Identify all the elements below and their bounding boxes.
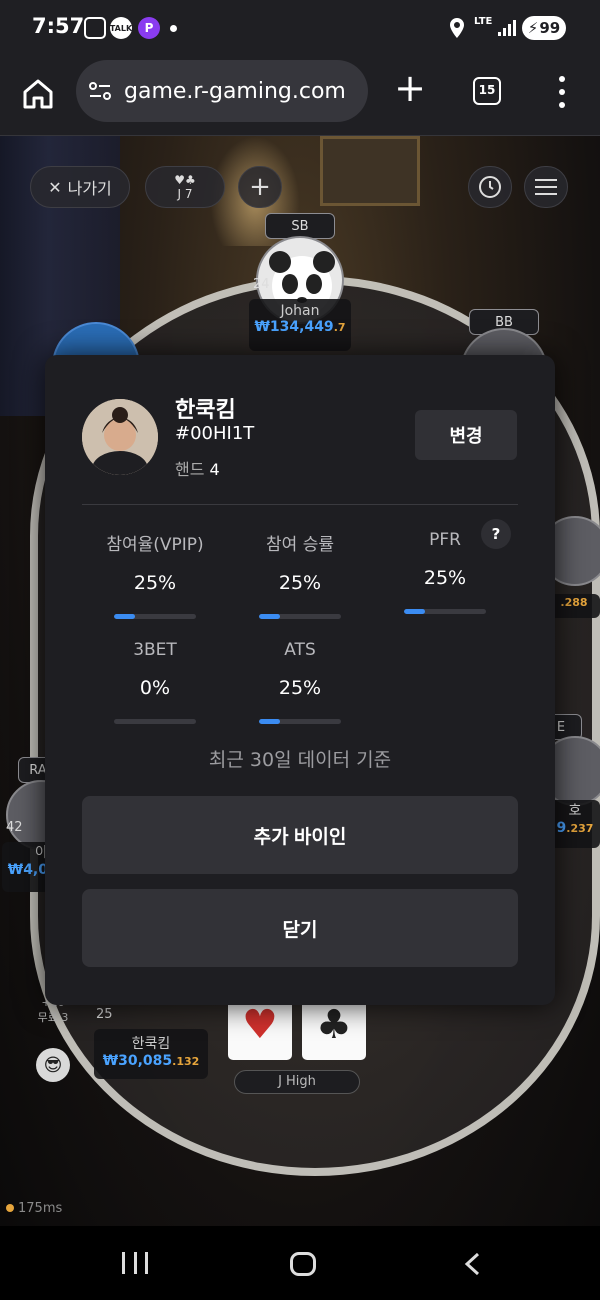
stat-bar <box>404 609 486 614</box>
close-icon: ✕ <box>48 177 62 197</box>
ping-indicator: 175ms <box>6 1201 62 1216</box>
status-bar: 7:57 TALK P LTE ⚡ 99 <box>0 0 600 58</box>
seat-number: 25 <box>96 1007 113 1022</box>
free-label: 무료 3 <box>37 1011 69 1024</box>
player-name: 아 <box>35 845 48 861</box>
stat-value: 25% <box>133 572 177 594</box>
player-stats-modal: 한쿡킴 #00HI1T 핸드 4 변경 ? 참여율(VPIP) 25% 참여 승… <box>45 355 555 1005</box>
stat-ats: ATS 25% <box>227 640 373 724</box>
back-icon[interactable] <box>462 1252 482 1276</box>
player-chips: ₩4,0 <box>7 862 48 878</box>
stat-label: ATS <box>284 640 316 660</box>
new-tab-plus-icon[interactable]: + <box>392 69 428 108</box>
status-time: 7:57 <box>32 14 85 38</box>
stat-vpip: 참여율(VPIP) 25% <box>82 530 228 619</box>
player-name: 한쿡킴 <box>131 1036 171 1052</box>
stat-value: 25% <box>278 572 322 594</box>
stat-bar <box>259 614 341 619</box>
seat-number: 42 <box>6 820 23 835</box>
player-info-johan[interactable]: Johan ₩134,449.7 <box>249 299 351 351</box>
modal-player-id: #00HI1T <box>175 423 255 444</box>
stat-label: 참여율(VPIP) <box>106 535 204 555</box>
signal-icon <box>498 20 516 36</box>
hand-cards-button[interactable]: ♥♣ J 7 <box>145 166 225 208</box>
stat-3bet: 3BET 0% <box>82 640 228 724</box>
hands-count: 핸드 4 <box>175 456 220 480</box>
hand-ranks: J 7 <box>177 187 193 201</box>
kakaotalk-icon: TALK <box>110 17 132 39</box>
address-bar[interactable]: game.r-gaming.com <box>76 60 368 122</box>
add-table-plus-icon[interactable]: + <box>238 166 282 208</box>
more-menu-icon[interactable] <box>552 76 572 108</box>
browser-toolbar: game.r-gaming.com + 15 <box>0 58 600 136</box>
emoji-sunglasses-icon[interactable]: 😎 <box>36 1048 70 1082</box>
player-info-right[interactable]: .288 <box>548 594 600 618</box>
close-button[interactable]: 닫기 <box>82 889 518 967</box>
hands-label: 핸드 <box>175 460 205 479</box>
stat-bar <box>259 719 341 724</box>
stat-label: 참여 승률 <box>266 535 334 555</box>
battery-indicator: ⚡ 99 <box>522 16 566 40</box>
player-info-left[interactable]: 아 ₩4,0 <box>2 842 50 892</box>
url-text: game.r-gaming.com <box>124 78 346 104</box>
android-nav-bar <box>0 1226 600 1300</box>
data-period-note: 최근 30일 데이터 기준 <box>208 749 392 771</box>
stat-label: 3BET <box>133 640 177 660</box>
recent-apps-icon[interactable] <box>122 1252 148 1274</box>
modal-player-name: 한쿡킴 <box>175 398 236 423</box>
player-chips: .288 <box>560 596 588 609</box>
my-player-info[interactable]: 한쿡킴 ₩30,085.132 <box>94 1029 208 1079</box>
stat-label: PFR <box>429 530 461 550</box>
network-type: LTE <box>474 16 493 27</box>
notification-dot-icon <box>170 25 177 32</box>
player-chips: ₩134,449.7 <box>254 319 346 335</box>
screenshot-icon <box>84 17 106 39</box>
player-info-right-low[interactable]: 호 9.237 <box>550 800 600 848</box>
background-picture <box>320 136 420 206</box>
p-app-icon: P <box>138 17 160 39</box>
hands-value: 4 <box>209 460 220 479</box>
leave-button[interactable]: ✕ 나가기 <box>30 166 130 208</box>
player-chips: ₩30,085.132 <box>102 1053 200 1069</box>
add-buyin-button[interactable]: 추가 바이인 <box>82 796 518 874</box>
stat-value: 0% <box>139 677 171 699</box>
player-avatar <box>82 399 158 475</box>
home-icon[interactable] <box>20 76 56 112</box>
home-nav-icon[interactable] <box>290 1252 316 1276</box>
tab-switcher-button[interactable]: 15 <box>473 77 501 105</box>
stat-pfr: PFR 25% <box>372 530 518 614</box>
charging-icon: ⚡ <box>527 19 539 37</box>
leave-label: 나가기 <box>67 179 112 198</box>
hamburger-menu-icon[interactable] <box>524 166 568 208</box>
hand-suits: ♥♣ <box>174 173 196 187</box>
stat-bar <box>114 614 196 619</box>
location-icon <box>448 17 466 39</box>
site-settings-icon[interactable] <box>88 81 112 101</box>
player-name: Johan <box>280 303 320 319</box>
stat-win-rate: 참여 승률 25% <box>227 530 373 619</box>
player-name: 호 <box>568 803 582 819</box>
seat-number: 24 <box>253 277 270 292</box>
stat-value: 25% <box>423 567 467 589</box>
card-suit: ♥ <box>242 1002 278 1048</box>
hand-strength-label: J High <box>234 1070 360 1094</box>
change-button[interactable]: 변경 <box>415 410 517 460</box>
divider <box>82 504 518 505</box>
player-chips: 9.237 <box>556 820 594 836</box>
battery-level: 99 <box>539 19 561 37</box>
stat-value: 25% <box>278 677 322 699</box>
stat-bar <box>114 719 196 724</box>
card-suit: ♣ <box>316 1002 352 1048</box>
history-clock-icon[interactable] <box>468 166 512 208</box>
